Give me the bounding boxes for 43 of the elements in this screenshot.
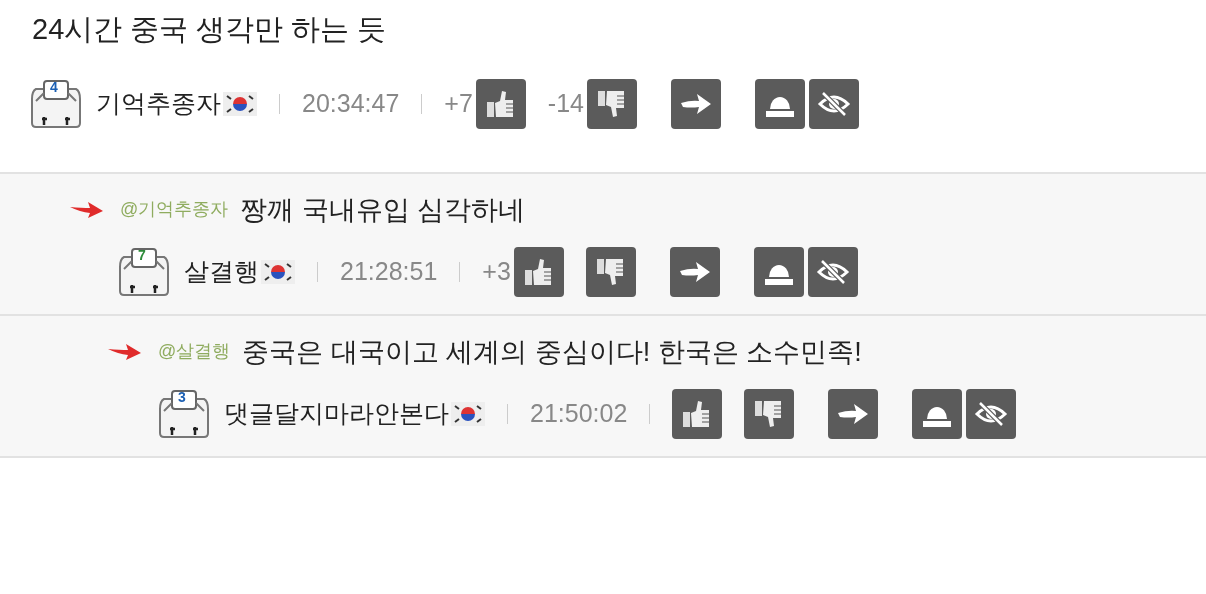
arrow-button[interactable] bbox=[828, 389, 879, 439]
comment-text: 중국은 대국이고 세계의 중심이다! 한국은 소수민족! bbox=[242, 335, 862, 369]
thumbs-down-button[interactable] bbox=[585, 247, 636, 297]
hide-button[interactable] bbox=[966, 389, 1017, 439]
flag-icon bbox=[451, 402, 485, 426]
arrow-button[interactable] bbox=[671, 79, 721, 129]
timestamp: 21:50:02 bbox=[530, 398, 628, 430]
username[interactable]: 살결행 bbox=[184, 253, 259, 291]
thumbs-down-button[interactable] bbox=[744, 389, 795, 439]
upvote-count: +7 bbox=[444, 88, 473, 120]
rank-number: 4 bbox=[50, 80, 58, 94]
reply-arrow-icon bbox=[70, 201, 104, 219]
comment-text: 짱깨 국내유입 심각하네 bbox=[240, 193, 526, 227]
rank-number: 7 bbox=[138, 248, 146, 262]
robot-avatar-icon bbox=[158, 389, 210, 439]
timestamp: 20:34:47 bbox=[302, 88, 400, 120]
arrow-icon bbox=[679, 91, 713, 117]
robot-avatar-icon bbox=[30, 79, 82, 129]
hide-icon bbox=[817, 90, 851, 118]
post-title: 24시간 중국 생각만 하는 듯 bbox=[31, 12, 388, 47]
hide-icon bbox=[815, 258, 850, 286]
upvote-count: +3 bbox=[482, 256, 511, 288]
robot-avatar-icon bbox=[118, 247, 170, 297]
downvote-count: -14 bbox=[547, 88, 584, 120]
siren-button[interactable] bbox=[912, 389, 963, 439]
arrow-button[interactable] bbox=[669, 247, 720, 297]
arrow-icon bbox=[677, 259, 712, 285]
flag-icon bbox=[261, 260, 295, 284]
flag-icon bbox=[223, 92, 257, 116]
siren-button[interactable] bbox=[753, 247, 804, 297]
reply-arrow-icon bbox=[108, 343, 142, 361]
siren-button[interactable] bbox=[755, 79, 805, 129]
username[interactable]: 댓글달지마라안본다 bbox=[224, 395, 449, 433]
thumbs-down-button[interactable] bbox=[587, 79, 637, 129]
thumbs-up-button[interactable] bbox=[672, 389, 723, 439]
hide-button[interactable] bbox=[809, 79, 859, 129]
username[interactable]: 기억추종자 bbox=[96, 85, 221, 123]
hide-button[interactable] bbox=[807, 247, 858, 297]
rank-number: 3 bbox=[178, 390, 186, 404]
hide-icon bbox=[974, 400, 1009, 428]
timestamp: 21:28:51 bbox=[340, 256, 438, 288]
thumbs-up-button[interactable] bbox=[513, 247, 564, 297]
thumbs-up-button[interactable] bbox=[475, 79, 526, 129]
